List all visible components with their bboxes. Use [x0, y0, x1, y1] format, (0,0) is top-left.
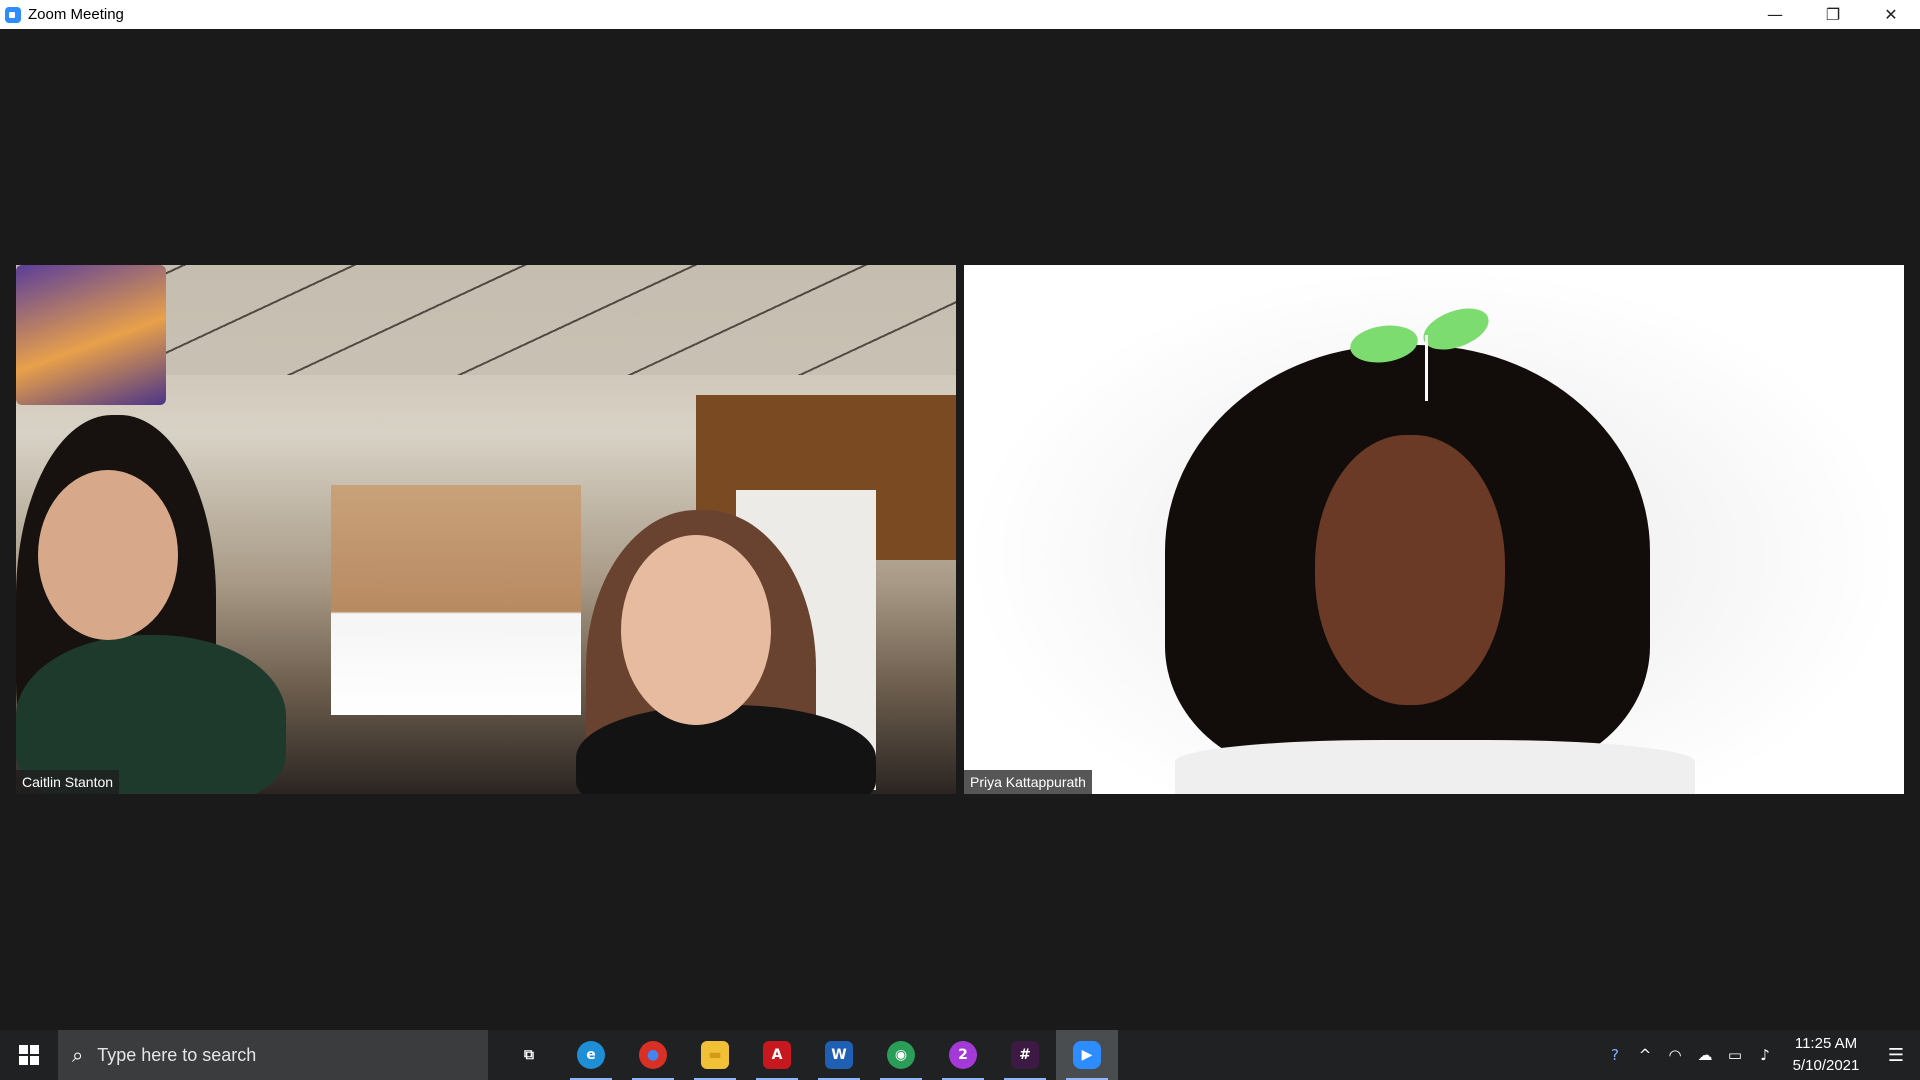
search-placeholder: Type here to search	[97, 1044, 257, 1065]
zoom-app-icon	[5, 6, 21, 23]
taskbar-app-slack[interactable]: #	[994, 1030, 1056, 1080]
slack-icon: #	[1011, 1041, 1039, 1069]
meeting-gallery: Caitlin Stanton Priya Kattappurath	[0, 29, 1920, 1030]
file-explorer-icon: ▬	[701, 1041, 729, 1069]
participant-name-tag: Priya Kattappurath	[964, 770, 1092, 794]
acrobat-icon: A	[763, 1041, 791, 1069]
close-button[interactable]: ✕	[1862, 0, 1920, 29]
clock-time: 11:25 AM	[1794, 1035, 1858, 1052]
system-tray: ? ^ ◠ ☁ ▭ ♪ 11:25 AM 5/10/2021 ☰	[1600, 1030, 1920, 1080]
start-button[interactable]	[0, 1030, 58, 1080]
participant-video-figure	[1315, 435, 1505, 705]
window-title: Zoom Meeting	[28, 6, 124, 23]
chevron-up-icon[interactable]: ^	[1630, 1030, 1660, 1080]
onedrive-cloud-icon[interactable]: ☁	[1690, 1030, 1720, 1080]
taskbar-app-acrobat[interactable]: A	[746, 1030, 808, 1080]
word-icon: W	[825, 1041, 853, 1069]
windows-logo-icon	[19, 1045, 39, 1065]
chrome-icon: ●	[639, 1041, 667, 1069]
taskbar-app-chrome[interactable]: ●	[622, 1030, 684, 1080]
taskbar-app-zoom[interactable]: ▶	[1056, 1030, 1118, 1080]
taskbar-app-file-explorer[interactable]: ▬	[684, 1030, 746, 1080]
help-icon[interactable]: ?	[1600, 1030, 1630, 1080]
search-icon: ⌕	[72, 1043, 84, 1067]
video-feed-scene	[331, 485, 581, 715]
messenger-icon: 2	[949, 1041, 977, 1069]
taskbar-search[interactable]: ⌕ Type here to search	[58, 1030, 488, 1080]
zoom-icon: ▶	[1073, 1041, 1101, 1069]
taskbar-app-messenger[interactable]: 2	[932, 1030, 994, 1080]
taskbar: ⌕ Type here to search ⧉ e ● ▬ A W ◉ 2 # …	[0, 1030, 1920, 1080]
minimize-button[interactable]: —	[1746, 0, 1804, 29]
title-bar: Zoom Meeting — ❐ ✕	[0, 0, 1920, 29]
task-view-button[interactable]: ⧉	[498, 1030, 560, 1080]
edge-icon: e	[577, 1041, 605, 1069]
participant-name-tag: Caitlin Stanton	[16, 770, 120, 794]
clock-date: 5/10/2021	[1792, 1057, 1860, 1074]
participant-video-figure	[621, 535, 771, 725]
notification-center-icon[interactable]: ☰	[1872, 1030, 1920, 1080]
taskbar-app-edge[interactable]: e	[560, 1030, 622, 1080]
system-clock[interactable]: 11:25 AM 5/10/2021	[1780, 1033, 1872, 1077]
taskbar-app-maps[interactable]: ◉	[870, 1030, 932, 1080]
taskbar-app-word[interactable]: W	[808, 1030, 870, 1080]
maps-icon: ◉	[887, 1041, 915, 1069]
participant-video-figure	[1175, 740, 1695, 794]
video-feed-scene	[16, 265, 166, 405]
battery-icon[interactable]: ▭	[1720, 1030, 1750, 1080]
network-icon[interactable]: ◠	[1660, 1030, 1690, 1080]
task-view-icon: ⧉	[515, 1041, 543, 1069]
volume-icon[interactable]: ♪	[1750, 1030, 1780, 1080]
restore-button[interactable]: ❐	[1804, 0, 1862, 29]
participant-video-figure	[38, 470, 178, 640]
video-tile-caitlin[interactable]: Caitlin Stanton	[16, 265, 956, 794]
sprout-filter-stem	[1425, 335, 1428, 401]
